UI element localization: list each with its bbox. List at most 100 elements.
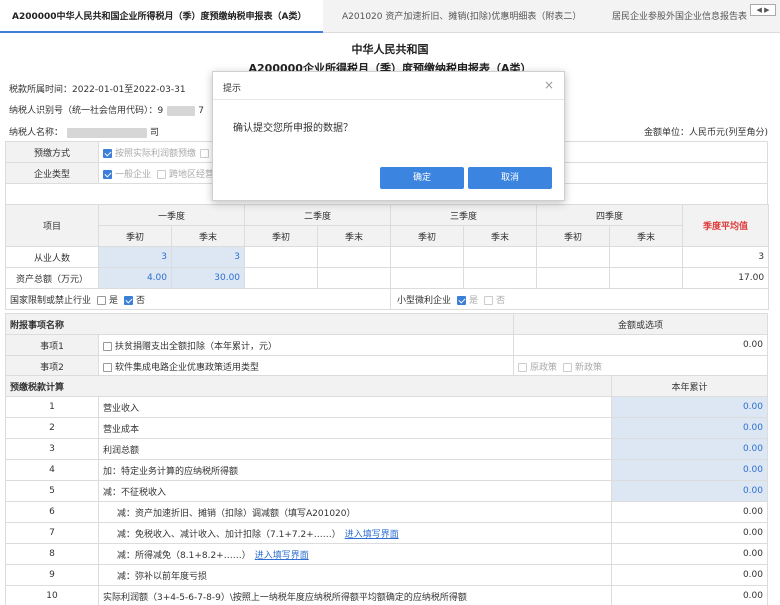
- calc-row-label: 利润总额: [97, 438, 613, 460]
- calc-row-number: 1: [5, 396, 99, 418]
- dialog-header: 提示 ×: [213, 72, 564, 100]
- employees-q3-start: [390, 246, 465, 268]
- checkbox-small-yes[interactable]: [457, 295, 467, 305]
- restricted-no-label: 否: [136, 295, 146, 306]
- form-title-line1: 中华人民共和国: [351, 43, 429, 56]
- table-row: 3 利润总额 0.00: [5, 438, 768, 460]
- amount-unit: 金额单位：人民币元(列至角分): [643, 128, 768, 138]
- q1-start-header: 季初: [98, 225, 172, 247]
- q1-end-header: 季末: [170, 225, 246, 247]
- dialog-message: 确认提交您所申报的数据？: [233, 123, 353, 134]
- dialog-title: 提示: [223, 84, 242, 94]
- employees-q2-end: [317, 246, 392, 268]
- assets-label: 资产总额（万元）: [5, 267, 99, 289]
- table-row: 资产总额（万元） 4.00 30.00 17.00: [5, 267, 770, 289]
- calc-value-header: 本年累计: [611, 375, 768, 397]
- tab-scroll-arrows-icon[interactable]: ◀ ▶: [750, 4, 776, 16]
- taxpayer-id: 纳税人识别号（统一社会信用代码）：9 7: [9, 103, 204, 116]
- employees-q3-end: [463, 246, 538, 268]
- cross-region-label: 跨地区经营: [169, 169, 215, 180]
- attach-item1-value: 0.00: [513, 334, 768, 356]
- table-row: 8 减：所得减免（8.1+8.2+……） 进入填写界面 0.00: [5, 543, 768, 565]
- calc-row-text: 实际利润额（3+4-5-6-7-8-9）\按照上一纳税年度应纳税所得额平均额确定…: [103, 592, 467, 603]
- calc-row-value[interactable]: 0.00: [611, 438, 768, 460]
- table-row: 7 减：免税收入、减计收入、加计扣除（7.1+7.2+……） 进入填写界面 0.00: [5, 522, 768, 544]
- q2-end-header: 季末: [317, 225, 392, 247]
- attach-value-header: 金额或选项: [513, 313, 768, 335]
- taxpayer-id-label: 纳税人识别号（统一社会信用代码）：: [9, 106, 158, 116]
- table-row: 6 减：资产加速折旧、摊销（扣除）调减额（填写A201020） 0.00: [5, 501, 768, 523]
- checkbox-old-policy[interactable]: [518, 362, 528, 372]
- taxpayer-id-partial-1: 9: [157, 106, 164, 116]
- restricted-industry-label: 国家限制或禁止行业: [10, 295, 92, 306]
- assets-q1-end[interactable]: 30.00: [170, 267, 246, 289]
- assets-q1-start[interactable]: 4.00: [98, 267, 172, 289]
- calc-row-value[interactable]: 0.00: [611, 459, 768, 481]
- checkbox-small-no[interactable]: [484, 295, 494, 305]
- calc-row-number: 2: [5, 417, 99, 439]
- checkbox-restricted-yes[interactable]: [97, 295, 107, 305]
- checkbox-poverty-donation[interactable]: [103, 341, 112, 351]
- enter-fill-link[interactable]: 进入填写界面: [345, 530, 399, 540]
- tab-foreign-shareholding[interactable]: 居民企业参股外国企业信息报告表: [604, 0, 754, 33]
- checkbox-general-enterprise[interactable]: [103, 169, 112, 179]
- cancel-button[interactable]: 取消: [468, 167, 552, 189]
- checkbox-cross-region[interactable]: [157, 169, 167, 179]
- calc-row-value[interactable]: 0.00: [611, 480, 768, 502]
- prepay-method-label: 预缴方式: [5, 141, 99, 163]
- assets-q4-end: [609, 267, 684, 289]
- calc-row-text: 减：弥补以前年度亏损: [117, 571, 208, 582]
- checkbox-software-policy[interactable]: [103, 362, 112, 372]
- table-row: 10 实际利润额（3+4-5-6-7-8-9）\按照上一纳税年度应纳税所得额平均额…: [5, 585, 768, 605]
- tab-a201020[interactable]: A201020 资产加速折旧、摊销(扣除)优惠明细表（附表二）: [334, 0, 594, 33]
- assets-q3-start: [390, 267, 465, 289]
- calc-row-value[interactable]: 0.00: [611, 417, 768, 439]
- calc-row-value[interactable]: 0.00: [611, 396, 768, 418]
- attach-item2-label: 事项2: [5, 355, 99, 377]
- calc-row-text: 减：免税收入、减计收入、加计扣除（7.1+7.2+……）: [117, 529, 341, 540]
- table-row: 4 加：特定业务计算的应纳税所得额 0.00: [5, 459, 768, 481]
- assets-q2-start: [244, 267, 319, 289]
- taxpayer-id-partial-2: 7: [198, 106, 204, 116]
- q1-header: 一季度: [97, 204, 246, 226]
- enterprise-type-label: 企业类型: [5, 162, 99, 184]
- checkbox-prepay-other[interactable]: [200, 148, 210, 158]
- restricted-yes-label: 是: [109, 295, 119, 306]
- calc-row-label: 营业收入: [97, 396, 613, 418]
- confirm-button[interactable]: 确定: [380, 167, 464, 189]
- taxpayer-name-label: 纳税人名称：: [9, 128, 64, 138]
- calc-row-number: 10: [5, 585, 99, 605]
- q3-header: 三季度: [390, 204, 538, 226]
- confirm-dialog: 提示 × 确认提交您所申报的数据？ 确定 取消: [212, 71, 565, 201]
- employees-q4-end: [609, 246, 684, 268]
- poverty-donation-text: 扶贫捐赠支出全额扣除（本年累计，元）: [115, 341, 278, 352]
- enter-fill-link[interactable]: 进入填写界面: [255, 551, 309, 561]
- attach-item1-cell: 扶贫捐赠支出全额扣除（本年累计，元）: [97, 334, 515, 356]
- small-no-label: 否: [496, 295, 506, 306]
- small-enterprise-label: 小型微利企业: [397, 295, 452, 306]
- q3-end-header: 季末: [463, 225, 538, 247]
- employees-q1-end[interactable]: 3: [170, 246, 246, 268]
- calc-row-number: 7: [5, 522, 99, 544]
- calc-row-text: 减：所得减免（8.1+8.2+……）: [117, 550, 251, 561]
- checkbox-new-policy[interactable]: [563, 362, 573, 372]
- tab-a200000[interactable]: A200000中华人民共和国企业所得税月（季）度预缴纳税申报表（A类）: [0, 0, 323, 33]
- redacted-block: [67, 127, 148, 138]
- general-enterprise-label: 一般企业: [115, 169, 152, 180]
- close-icon[interactable]: ×: [544, 78, 554, 92]
- checkbox-restricted-no[interactable]: [124, 295, 134, 305]
- calc-row-number: 6: [5, 501, 99, 523]
- calc-row-text: 减：不征税收入: [103, 487, 167, 498]
- q4-start-header: 季初: [536, 225, 611, 247]
- calc-row-label: 减：资产加速折旧、摊销（扣除）调减额（填写A201020）: [97, 501, 613, 523]
- calc-row-text: 减：资产加速折旧、摊销（扣除）调减额（填写A201020）: [117, 508, 356, 519]
- assets-avg: 17.00: [682, 267, 770, 289]
- attach-item2-cell: 软件集成电路企业优惠政策适用类型: [97, 355, 515, 377]
- q2-header: 二季度: [244, 204, 392, 226]
- calc-row-label: 实际利润额（3+4-5-6-7-8-9）\按照上一纳税年度应纳税所得额平均额确定…: [97, 585, 613, 605]
- employees-q1-start[interactable]: 3: [98, 246, 172, 268]
- old-policy-label: 原政策: [530, 362, 558, 373]
- checkbox-prepay-actual[interactable]: [103, 148, 112, 158]
- q4-end-header: 季末: [609, 225, 684, 247]
- calc-row-label: 减：不征税收入: [97, 480, 613, 502]
